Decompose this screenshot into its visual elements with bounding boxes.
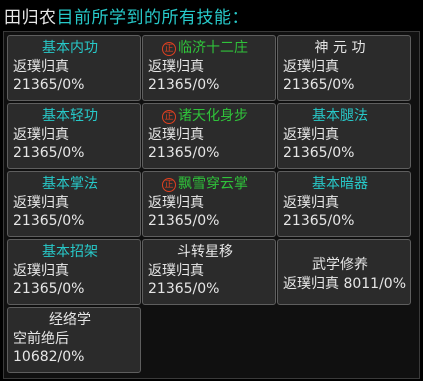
- skill-progress: 21365/0%: [148, 145, 220, 161]
- skill-name: 正诸天化身步: [148, 107, 262, 125]
- skills-grid: 基本内功 返璞归真 21365/0% 正临济十二庄 返璞归真 21365/0% 神 元 功返…: [7, 35, 411, 373]
- skill-card[interactable]: 正飘雪穿云掌 返璞归真 21365/0%: [142, 171, 276, 237]
- skill-card[interactable]: 斗转星移返璞归真 21365/0%: [142, 239, 276, 305]
- skill-level: 返璞归真: [148, 59, 204, 75]
- skill-level: 返璞归真: [13, 263, 69, 279]
- skill-name: 武学修养: [283, 256, 397, 274]
- skill-card[interactable]: 正临济十二庄 返璞归真 21365/0%: [142, 35, 276, 101]
- skill-card[interactable]: 基本内功返璞归真 21365/0%: [7, 35, 141, 101]
- skill-progress: 21365/0%: [283, 77, 355, 93]
- skill-progress: 10682/0%: [13, 349, 85, 365]
- skill-name-text: 经络学: [49, 312, 91, 328]
- skill-name-text: 临济十二庄: [178, 40, 248, 56]
- skill-level: 返璞归真: [283, 127, 339, 143]
- skill-name: 正临济十二庄: [148, 39, 262, 57]
- skill-name-text: 武学修养: [312, 257, 368, 273]
- skill-name-text: 基本腿法: [312, 108, 368, 124]
- skill-level: 空前绝后: [13, 331, 69, 347]
- skill-card[interactable]: 基本掌法返璞归真 21365/0%: [7, 171, 141, 237]
- skill-level: 返璞归真: [13, 59, 69, 75]
- sect-badge-icon: 正: [162, 178, 176, 192]
- skill-level: 返璞归真: [148, 263, 204, 279]
- skill-name-text: 基本招架: [42, 244, 98, 260]
- skill-card[interactable]: 基本轻功返璞归真 21365/0%: [7, 103, 141, 169]
- skill-card[interactable]: 武学修养返璞归真 8011/0%: [277, 239, 411, 305]
- skill-progress: 21365/0%: [148, 77, 220, 93]
- sect-badge-icon: 正: [162, 110, 176, 124]
- page-title: 田归农目前所学到的所有技能：: [4, 6, 249, 30]
- skill-name-text: 诸天化身步: [178, 108, 248, 124]
- skill-name: 神 元 功: [283, 39, 397, 57]
- skill-progress: 21365/0%: [283, 145, 355, 161]
- skill-name: 基本腿法: [283, 107, 397, 125]
- skill-name-text: 基本轻功: [42, 108, 98, 124]
- skill-card[interactable]: 基本腿法返璞归真 21365/0%: [277, 103, 411, 169]
- skill-level: 返璞归真: [13, 127, 69, 143]
- skill-progress: 21365/0%: [148, 213, 220, 229]
- skill-name: 斗转星移: [148, 243, 262, 261]
- skill-name-text: 基本内功: [42, 40, 98, 56]
- sect-badge-icon: 正: [162, 42, 176, 56]
- skill-level: 返璞归真: [283, 59, 339, 75]
- skill-level: 返璞归真: [148, 195, 204, 211]
- skill-card[interactable]: 基本暗器返璞归真 21365/0%: [277, 171, 411, 237]
- skill-name-text: 基本掌法: [42, 176, 98, 192]
- skill-name: 基本轻功: [13, 107, 127, 125]
- skill-name: 基本内功: [13, 39, 127, 57]
- skill-level: 返璞归真 8011/0%: [283, 276, 407, 292]
- skills-subtitle: 目前所学到的所有技能：: [56, 8, 249, 28]
- skill-progress: 21365/0%: [283, 213, 355, 229]
- skill-name: 经络学: [13, 311, 127, 329]
- skill-level: 返璞归真: [283, 195, 339, 211]
- skill-name: 基本暗器: [283, 175, 397, 193]
- skill-level: 返璞归真: [13, 195, 69, 211]
- skill-level: 返璞归真: [148, 127, 204, 143]
- character-name: 田归农: [4, 8, 57, 28]
- skill-card[interactable]: 正诸天化身步 返璞归真 21365/0%: [142, 103, 276, 169]
- skill-card[interactable]: 经络学空前绝后 10682/0%: [7, 307, 141, 373]
- skill-name-text: 基本暗器: [312, 176, 368, 192]
- skill-progress: 21365/0%: [13, 77, 85, 93]
- skill-progress: 21365/0%: [148, 281, 220, 297]
- skill-name-text: 神 元 功: [314, 40, 366, 56]
- skill-name: 正飘雪穿云掌: [148, 175, 262, 193]
- skill-progress: 21365/0%: [13, 281, 85, 297]
- skill-progress: 21365/0%: [13, 145, 85, 161]
- skill-name-text: 飘雪穿云掌: [178, 176, 248, 192]
- skill-name-text: 斗转星移: [177, 244, 233, 260]
- skill-name: 基本招架: [13, 243, 127, 261]
- skill-card[interactable]: 神 元 功返璞归真 21365/0%: [277, 35, 411, 101]
- skill-name: 基本掌法: [13, 175, 127, 193]
- skill-card[interactable]: 基本招架返璞归真 21365/0%: [7, 239, 141, 305]
- skill-progress: 21365/0%: [13, 213, 85, 229]
